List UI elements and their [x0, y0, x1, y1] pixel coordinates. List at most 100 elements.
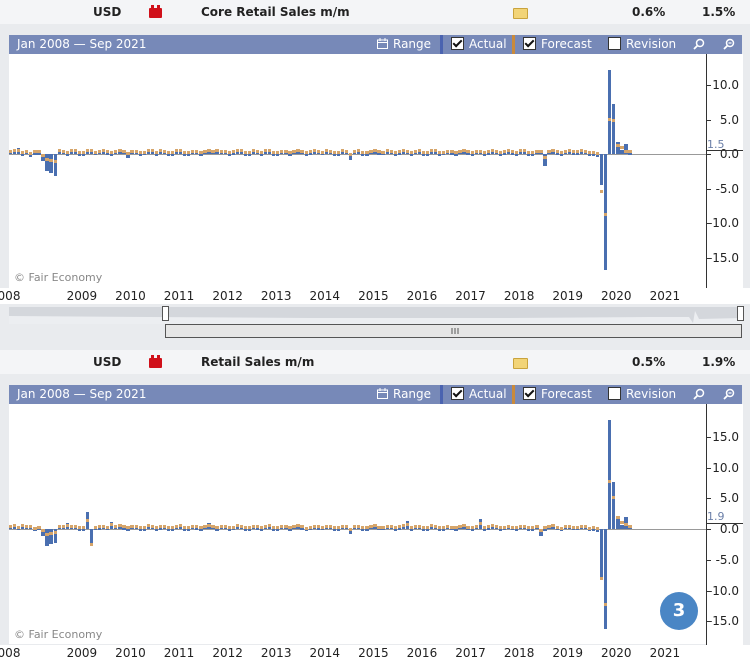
actual-bar[interactable]	[425, 529, 430, 531]
actual-bar[interactable]	[608, 69, 612, 154]
actual-bar[interactable]	[187, 153, 191, 156]
actual-bar[interactable]	[183, 528, 187, 531]
actual-toggle[interactable]: Actual	[451, 37, 507, 51]
actual-bar[interactable]	[77, 154, 82, 156]
actual-bar[interactable]	[555, 153, 559, 156]
actual-bar[interactable]	[187, 528, 191, 531]
actual-bar[interactable]	[260, 153, 264, 156]
actual-bar[interactable]	[531, 529, 535, 531]
range-button[interactable]: Range	[377, 387, 431, 401]
actual-bar[interactable]	[243, 154, 248, 156]
actual-bar[interactable]	[154, 154, 158, 156]
actual-bar[interactable]	[454, 154, 458, 156]
actual-bar[interactable]	[106, 153, 110, 156]
actual-bar[interactable]	[49, 154, 53, 174]
actual-bar[interactable]	[381, 153, 385, 156]
revision-toggle[interactable]: Revision	[608, 37, 676, 51]
actual-bar[interactable]	[531, 154, 535, 156]
actual-bar[interactable]	[154, 529, 158, 531]
event-name[interactable]: Core Retail Sales m/m	[201, 5, 350, 19]
actual-checkbox[interactable]	[451, 387, 464, 400]
actual-bar[interactable]	[320, 153, 324, 156]
folder-icon[interactable]	[513, 358, 528, 369]
actual-bar[interactable]	[482, 154, 486, 156]
folder-icon[interactable]	[513, 8, 528, 19]
actual-bar[interactable]	[628, 153, 632, 156]
actual-bar[interactable]	[260, 528, 264, 531]
notification-badge[interactable]: 3	[660, 592, 698, 630]
actual-bar[interactable]	[365, 154, 369, 156]
actual-bar[interactable]	[421, 529, 426, 531]
actual-bar[interactable]	[498, 154, 503, 156]
search-icon[interactable]	[693, 38, 705, 50]
actual-bar[interactable]	[612, 103, 616, 154]
actual-bar[interactable]	[77, 529, 82, 531]
actual-bar[interactable]	[332, 154, 337, 156]
forecast-checkbox[interactable]	[523, 387, 536, 400]
zoom-out-icon[interactable]	[723, 38, 735, 50]
forecast-toggle[interactable]: Forecast	[523, 387, 592, 401]
actual-bar[interactable]	[591, 153, 596, 156]
actual-toggle[interactable]: Actual	[451, 387, 507, 401]
actual-bar[interactable]	[604, 154, 608, 270]
actual-bar[interactable]	[425, 154, 430, 156]
actual-bar[interactable]	[442, 153, 446, 156]
actual-bar[interactable]	[336, 154, 341, 156]
actual-bar[interactable]	[438, 154, 442, 156]
actual-bar[interactable]	[421, 154, 426, 156]
actual-bar[interactable]	[94, 153, 98, 156]
actual-bar[interactable]	[604, 529, 608, 629]
revision-toggle[interactable]: Revision	[608, 387, 676, 401]
actual-bar[interactable]	[231, 153, 235, 156]
actual-bar[interactable]	[45, 154, 49, 172]
actual-bar[interactable]	[33, 153, 37, 156]
actual-bar[interactable]	[361, 528, 365, 531]
actual-bar[interactable]	[170, 529, 175, 531]
actual-bar[interactable]	[45, 529, 49, 547]
actual-bar[interactable]	[142, 528, 146, 531]
actual-bar[interactable]	[620, 149, 624, 154]
actual-bar[interactable]	[65, 153, 69, 156]
actual-bar[interactable]	[247, 153, 252, 156]
actual-bar[interactable]	[170, 154, 175, 156]
search-icon[interactable]	[693, 388, 705, 400]
actual-bar[interactable]	[438, 529, 442, 531]
actual-bar[interactable]	[336, 529, 341, 531]
actual-bar[interactable]	[272, 153, 276, 156]
actual-bar[interactable]	[442, 528, 446, 531]
actual-bar[interactable]	[612, 482, 616, 529]
actual-bar[interactable]	[527, 529, 531, 531]
range-navigator[interactable]	[9, 304, 744, 338]
actual-bar[interactable]	[502, 153, 507, 156]
actual-bar[interactable]	[272, 528, 276, 531]
actual-bar[interactable]	[247, 528, 252, 531]
retail-chart-plot[interactable]: © Fair Economy	[9, 404, 706, 644]
actual-bar[interactable]	[81, 529, 86, 531]
actual-bar[interactable]	[470, 529, 474, 531]
actual-bar[interactable]	[409, 529, 414, 531]
actual-bar[interactable]	[126, 528, 130, 531]
actual-bar[interactable]	[89, 529, 94, 543]
actual-bar[interactable]	[215, 529, 219, 531]
actual-bar[interactable]	[470, 154, 474, 156]
actual-bar[interactable]	[199, 529, 203, 531]
actual-bar[interactable]	[199, 154, 203, 156]
actual-bar[interactable]	[527, 154, 531, 156]
navigator-left-handle[interactable]	[162, 306, 169, 321]
actual-bar[interactable]	[142, 153, 146, 156]
forecast-checkbox[interactable]	[523, 37, 536, 50]
actual-bar[interactable]	[94, 528, 98, 531]
range-button[interactable]: Range	[377, 37, 431, 51]
actual-bar[interactable]	[276, 154, 280, 156]
actual-bar[interactable]	[454, 529, 458, 531]
actual-bar[interactable]	[166, 528, 171, 531]
actual-bar[interactable]	[288, 528, 292, 531]
revision-checkbox[interactable]	[608, 37, 621, 50]
core-retail-chart-plot[interactable]: © Fair Economy	[9, 54, 706, 288]
event-name[interactable]: Retail Sales m/m	[201, 355, 314, 369]
actual-bar[interactable]	[620, 524, 624, 529]
actual-bar[interactable]	[515, 528, 519, 531]
actual-bar[interactable]	[227, 153, 231, 156]
actual-bar[interactable]	[288, 153, 292, 156]
zoom-out-icon[interactable]	[723, 388, 735, 400]
